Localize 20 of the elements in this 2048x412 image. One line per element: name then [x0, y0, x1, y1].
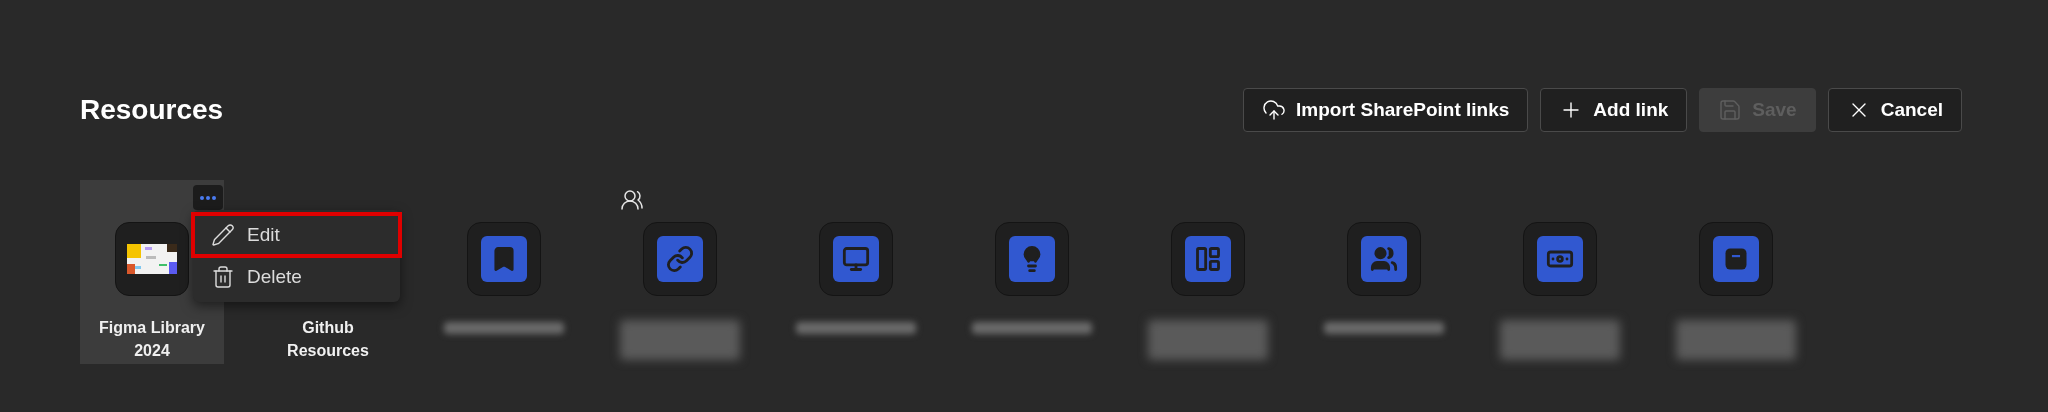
more-button[interactable]	[193, 185, 223, 210]
page-title: Resources	[80, 93, 224, 127]
banknote-icon	[1537, 236, 1583, 282]
bookmark-icon	[481, 236, 527, 282]
save-icon	[1718, 98, 1743, 122]
link-icon	[657, 236, 703, 282]
box-icon	[1713, 236, 1759, 282]
tile-label[interactable]: Github Resources	[256, 316, 400, 362]
lightbulb-icon	[1009, 236, 1055, 282]
pencil-icon	[211, 223, 235, 247]
monitor-icon	[833, 236, 879, 282]
add-link-button[interactable]: Add link	[1540, 88, 1688, 132]
layout-icon	[1185, 236, 1231, 282]
cancel-button[interactable]: Cancel	[1827, 88, 1962, 132]
tile-label[interactable]: Figma Library 2024	[80, 316, 224, 362]
more-icon	[200, 195, 216, 200]
cloud-upload-icon	[1262, 98, 1287, 122]
people-icon	[1361, 236, 1407, 282]
trash-icon	[211, 265, 235, 289]
import-button[interactable]: Import SharePoint links	[1243, 88, 1529, 132]
